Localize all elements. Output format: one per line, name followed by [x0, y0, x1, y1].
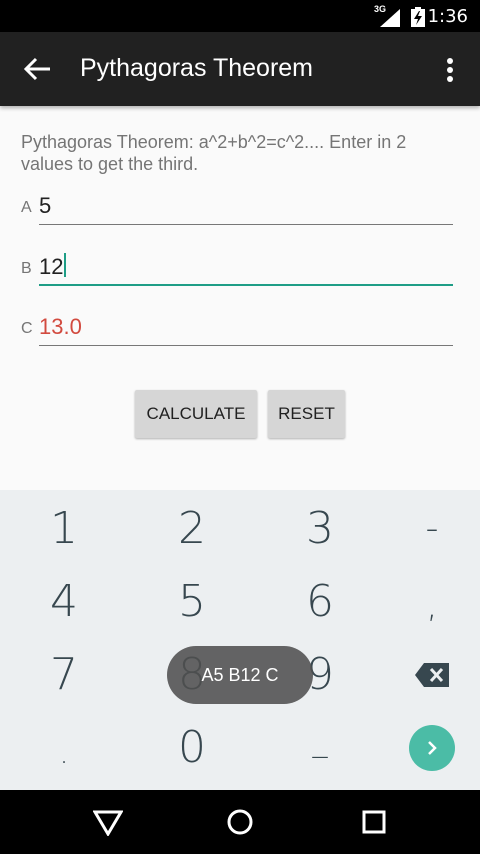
key-minus[interactable]: -: [372, 493, 480, 565]
arrow-back-icon[interactable]: [22, 55, 52, 83]
key-comma[interactable]: ,: [372, 570, 480, 642]
toast-message: A5 B12 C: [167, 646, 313, 704]
text-cursor: [64, 253, 67, 277]
key-6[interactable]: 6: [260, 566, 380, 638]
key-3[interactable]: 3: [260, 493, 380, 565]
signal-icon: [380, 9, 400, 27]
calculate-button[interactable]: CALCULATE: [135, 390, 257, 438]
field-b-underline: [39, 284, 453, 286]
backspace-icon: [415, 663, 449, 687]
battery-charging-icon: [411, 7, 425, 27]
key-backspace[interactable]: [372, 639, 480, 711]
field-c[interactable]: C 13.0: [21, 302, 453, 346]
reset-button[interactable]: RESET: [268, 390, 345, 438]
key-7[interactable]: 7: [4, 639, 124, 711]
field-b-label: B: [21, 260, 32, 277]
go-button[interactable]: [409, 725, 455, 771]
chevron-right-icon: [428, 741, 437, 755]
description-text: Pythagoras Theorem: a^2+b^2=c^2.... Ente…: [21, 132, 407, 174]
key-period[interactable]: .: [4, 718, 124, 790]
key-5[interactable]: 5: [132, 566, 252, 638]
app-bar: Pythagoras Theorem: [0, 32, 480, 106]
key-4[interactable]: 4: [4, 566, 124, 638]
overflow-menu-icon[interactable]: [438, 56, 462, 84]
field-a-input[interactable]: 5: [39, 193, 51, 219]
field-c-underline: [39, 345, 453, 346]
field-a-underline: [39, 224, 453, 225]
numeric-keyboard: 1 2 3 - 4 5 6 , 7 8 9 . 0 _: [0, 490, 480, 790]
field-a-label: A: [21, 199, 32, 216]
field-b-value: 12: [39, 254, 64, 279]
key-1[interactable]: 1: [4, 493, 124, 565]
clock: 1:36: [427, 6, 468, 27]
field-c-input[interactable]: 13.0: [39, 314, 82, 340]
field-b[interactable]: B 12: [21, 242, 453, 286]
field-c-label: C: [21, 320, 33, 337]
calculator-form: Pythagoras Theorem: a^2+b^2=c^2.... Ente…: [0, 106, 480, 490]
key-go[interactable]: [372, 712, 480, 784]
recents-nav-icon[interactable]: [359, 808, 389, 836]
key-0[interactable]: 0: [132, 712, 252, 784]
navigation-bar: [0, 790, 480, 854]
key-space[interactable]: _: [260, 706, 380, 778]
page-title: Pythagoras Theorem: [80, 54, 313, 82]
field-a[interactable]: A 5: [21, 181, 453, 225]
home-nav-icon[interactable]: [225, 808, 255, 836]
status-bar: 3G 1:36: [0, 0, 480, 32]
back-nav-icon[interactable]: [93, 808, 123, 836]
field-b-input[interactable]: 12: [39, 253, 67, 280]
key-2[interactable]: 2: [132, 493, 252, 565]
